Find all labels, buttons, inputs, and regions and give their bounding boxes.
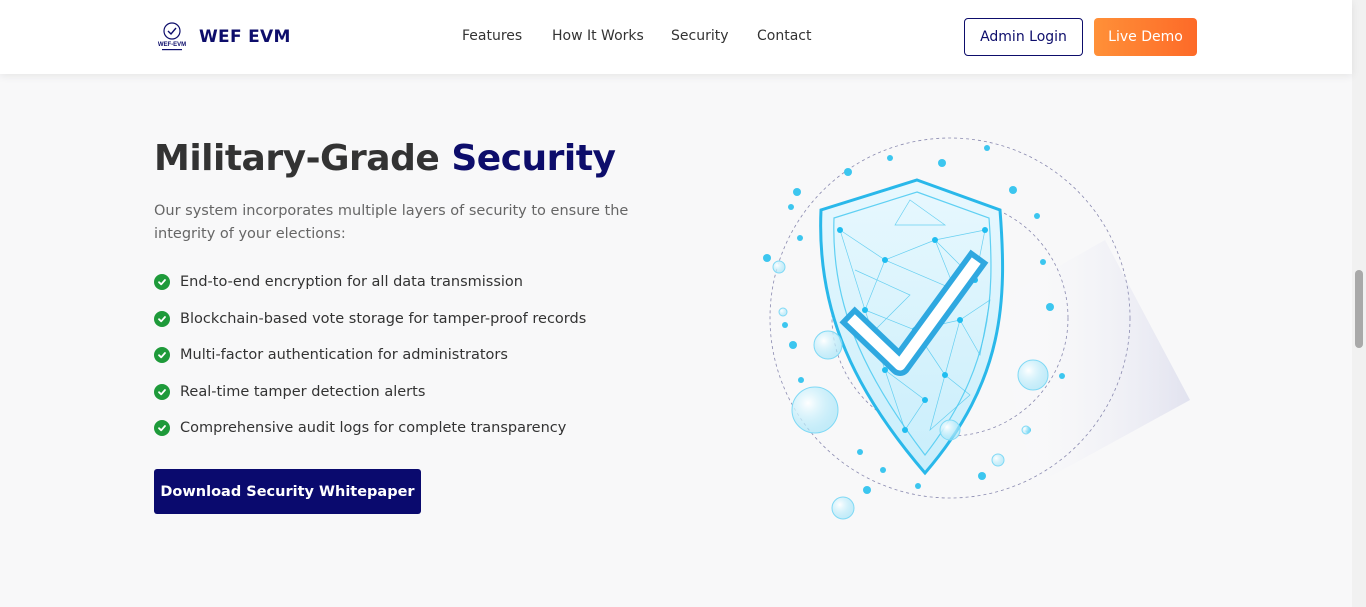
- live-demo-button[interactable]: Live Demo: [1094, 18, 1197, 56]
- feature-list: End-to-end encryption for all data trans…: [154, 272, 586, 455]
- title-main: Military-Grade: [154, 138, 440, 179]
- brand-name[interactable]: WEF EVM: [199, 27, 291, 47]
- nav-link-how-it-works[interactable]: How It Works: [552, 28, 644, 44]
- nav-link-contact[interactable]: Contact: [757, 28, 811, 44]
- scrollbar[interactable]: [1352, 0, 1366, 607]
- svg-text:WEF-EVM: WEF-EVM: [158, 42, 186, 48]
- download-whitepaper-button[interactable]: Download Security Whitepaper: [154, 469, 421, 514]
- nav-link-features[interactable]: Features: [462, 28, 522, 44]
- check-circle-icon: [154, 347, 170, 363]
- scrollbar-thumb[interactable]: [1355, 270, 1363, 348]
- feature-item: Comprehensive audit logs for complete tr…: [154, 418, 586, 455]
- check-circle-icon: [154, 420, 170, 436]
- feature-item: End-to-end encryption for all data trans…: [154, 272, 586, 309]
- feature-text: Real-time tamper detection alerts: [180, 383, 426, 400]
- feature-item: Blockchain-based vote storage for tamper…: [154, 309, 586, 346]
- navbar: WEF-EVM WEF EVM Features How It Works Se…: [0, 0, 1352, 74]
- feature-item: Real-time tamper detection alerts: [154, 382, 586, 419]
- feature-text: Comprehensive audit logs for complete tr…: [180, 420, 567, 436]
- feature-text: Blockchain-based vote storage for tamper…: [180, 310, 587, 327]
- nav-link-security[interactable]: Security: [671, 28, 729, 44]
- feature-item: Multi-factor authentication for administ…: [154, 345, 586, 382]
- section-intro: Our system incorporates multiple layers …: [154, 203, 629, 242]
- feature-text: Multi-factor authentication for administ…: [180, 347, 508, 363]
- section-title: Military-Grade Security: [154, 138, 616, 179]
- check-circle-icon: [154, 383, 170, 400]
- check-circle-icon: [154, 274, 170, 290]
- feature-text: End-to-end encryption for all data trans…: [180, 274, 523, 290]
- check-circle-icon: [154, 310, 170, 327]
- admin-login-button[interactable]: Admin Login: [964, 18, 1083, 56]
- brand-logo[interactable]: WEF-EVM: [156, 20, 188, 54]
- shield-check-icon: [763, 137, 1190, 520]
- title-accent: Security: [451, 138, 616, 179]
